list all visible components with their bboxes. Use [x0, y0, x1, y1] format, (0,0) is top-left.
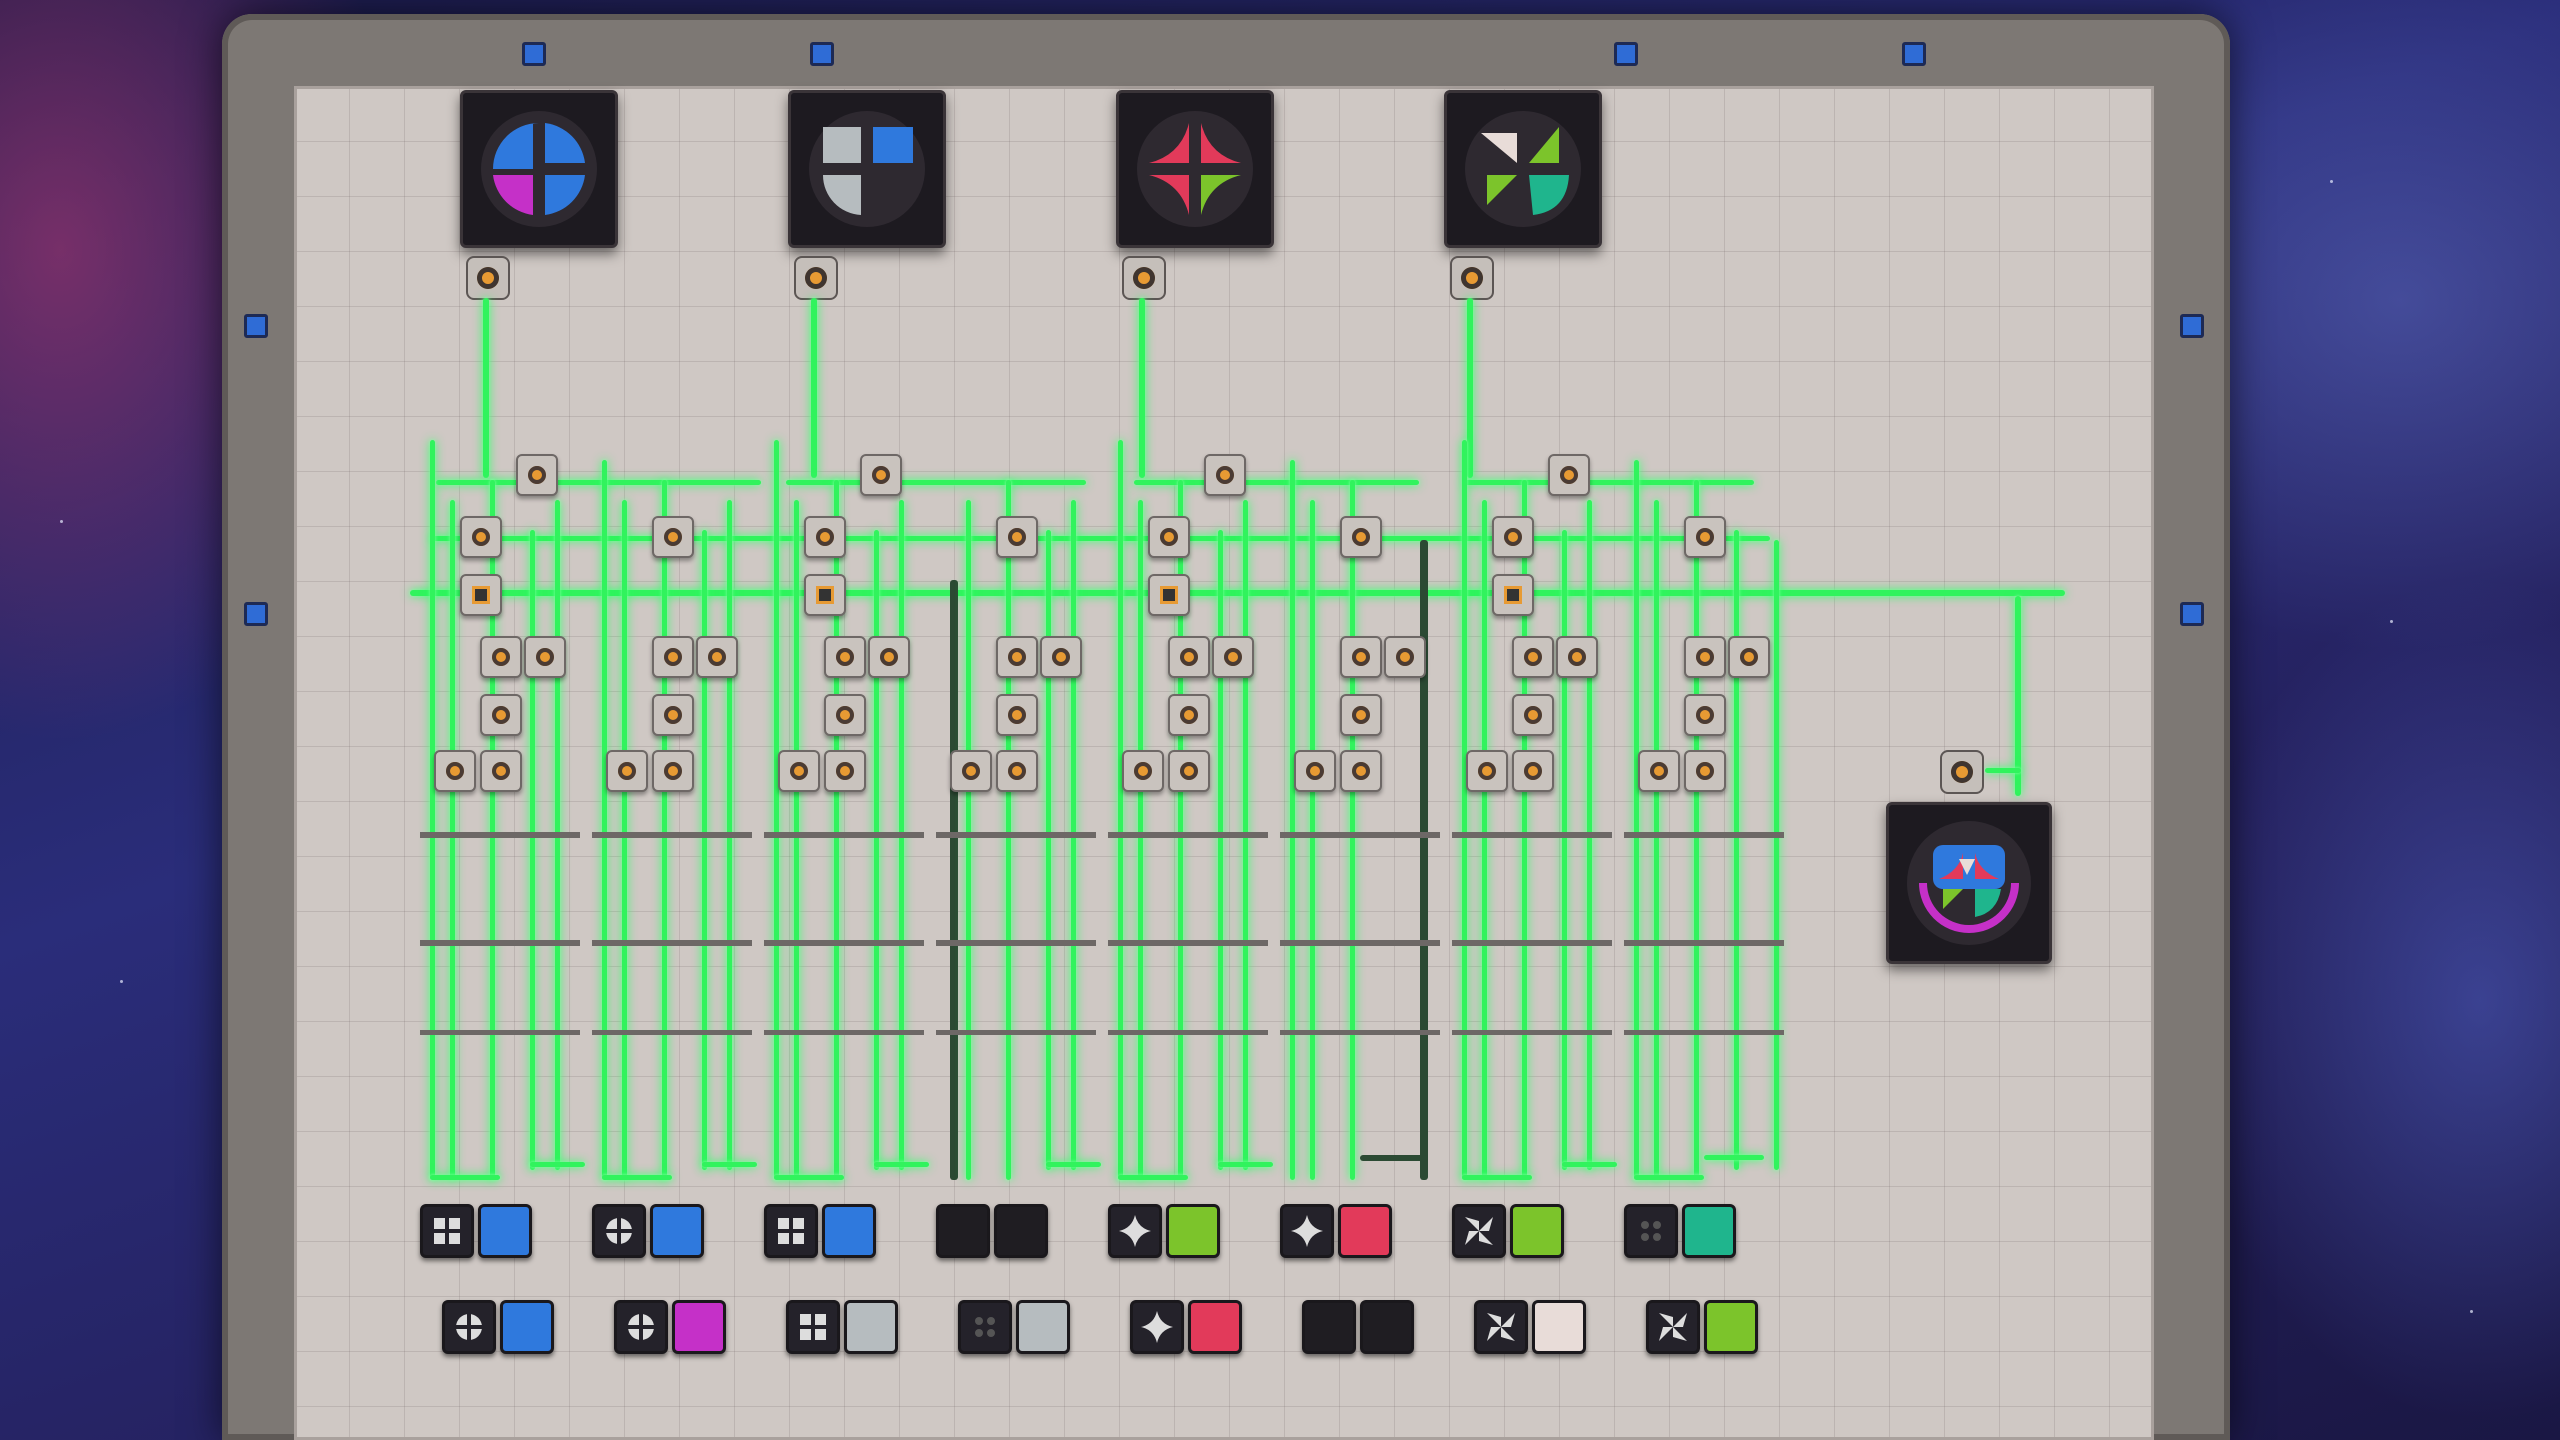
star-particle — [2470, 1310, 2473, 1313]
grid-shape-tile[interactable] — [786, 1300, 840, 1354]
platform-connector[interactable] — [1614, 42, 1638, 66]
windmill-icon — [1487, 1313, 1515, 1341]
hub-extractor[interactable] — [1450, 256, 1494, 300]
grid-icon — [800, 1314, 826, 1340]
star-red-green-shape-icon — [1137, 111, 1253, 227]
windmill-green-teal-shape-icon — [1465, 111, 1581, 227]
magenta-color-tile[interactable] — [672, 1300, 726, 1354]
output-extractor[interactable] — [1940, 750, 1984, 794]
circle-cross-icon — [605, 1217, 633, 1245]
star-icon — [1291, 1215, 1323, 1247]
circle-cross-icon — [455, 1313, 483, 1341]
platform-connector[interactable] — [244, 602, 268, 626]
circle-cross-shape-tile[interactable] — [614, 1300, 668, 1354]
output-shape-hub[interactable] — [1886, 802, 2052, 964]
gray-color-tile[interactable] — [1016, 1300, 1070, 1354]
processing-cluster-8[interactable] — [1624, 440, 1792, 1200]
blue-color-tile[interactable] — [650, 1204, 704, 1258]
shape-hub-1[interactable] — [460, 90, 618, 248]
combined-multicolor-shape-icon — [1907, 821, 2031, 945]
processing-cluster-1[interactable] — [420, 440, 588, 1200]
quad-gray-blue-shape-icon — [809, 111, 925, 227]
circle-cross-shape-tile[interactable] — [442, 1300, 496, 1354]
dots-shape-tile[interactable] — [958, 1300, 1012, 1354]
platform-connector[interactable] — [1902, 42, 1926, 66]
dots-icon — [1641, 1221, 1661, 1241]
grid-shape-tile[interactable] — [420, 1204, 474, 1258]
grid-icon — [778, 1218, 804, 1244]
black-color-tile[interactable] — [994, 1204, 1048, 1258]
hub-extractor[interactable] — [794, 256, 838, 300]
circle-cross-icon — [627, 1313, 655, 1341]
star-shape-tile[interactable] — [1108, 1204, 1162, 1258]
star-particle — [2330, 180, 2333, 183]
dots-icon — [975, 1317, 995, 1337]
hub-extractor[interactable] — [466, 256, 510, 300]
shape-hub-3[interactable] — [1116, 90, 1274, 248]
black-color-tile[interactable] — [936, 1204, 990, 1258]
processing-cluster-2[interactable] — [592, 440, 760, 1200]
processing-cluster-6[interactable] — [1280, 440, 1448, 1200]
blue-color-tile[interactable] — [478, 1204, 532, 1258]
processing-cluster-5[interactable] — [1108, 440, 1276, 1200]
red-color-tile[interactable] — [1338, 1204, 1392, 1258]
quad-blue-magenta-shape-icon — [481, 111, 597, 227]
platform-connector[interactable] — [522, 42, 546, 66]
windmill-icon — [1465, 1217, 1493, 1245]
star-particle — [60, 520, 63, 523]
hub-extractor[interactable] — [1122, 256, 1166, 300]
processing-cluster-4[interactable] — [936, 440, 1104, 1200]
blue-color-tile[interactable] — [822, 1204, 876, 1258]
dots-shape-tile[interactable] — [1624, 1204, 1678, 1258]
grid-icon — [434, 1218, 460, 1244]
platform-connector[interactable] — [2180, 602, 2204, 626]
star-shape-tile[interactable] — [1280, 1204, 1334, 1258]
windmill-shape-tile[interactable] — [1646, 1300, 1700, 1354]
star-shape-tile[interactable] — [1130, 1300, 1184, 1354]
platform-connector[interactable] — [2180, 314, 2204, 338]
star-particle — [2390, 620, 2393, 623]
output-belt[interactable] — [2015, 596, 2021, 796]
black-color-tile[interactable] — [1360, 1300, 1414, 1354]
star-icon — [1119, 1215, 1151, 1247]
shape-hub-4[interactable] — [1444, 90, 1602, 248]
pale-color-tile[interactable] — [1532, 1300, 1586, 1354]
teal-color-tile[interactable] — [1682, 1204, 1736, 1258]
star-icon — [1141, 1311, 1173, 1343]
gray-color-tile[interactable] — [844, 1300, 898, 1354]
platform-connector[interactable] — [810, 42, 834, 66]
processing-cluster-7[interactable] — [1452, 440, 1620, 1200]
circle-cross-shape-tile[interactable] — [592, 1204, 646, 1258]
star-particle — [120, 980, 123, 983]
output-belt[interactable] — [1985, 768, 2021, 773]
red-color-tile[interactable] — [1188, 1300, 1242, 1354]
windmill-icon — [1659, 1313, 1687, 1341]
green-color-tile[interactable] — [1166, 1204, 1220, 1258]
shape-hub-2[interactable] — [788, 90, 946, 248]
platform-connector[interactable] — [244, 314, 268, 338]
processing-cluster-3[interactable] — [764, 440, 932, 1200]
windmill-shape-tile[interactable] — [1474, 1300, 1528, 1354]
windmill-shape-tile[interactable] — [1452, 1204, 1506, 1258]
black-color-tile[interactable] — [1302, 1300, 1356, 1354]
green-color-tile[interactable] — [1704, 1300, 1758, 1354]
green-color-tile[interactable] — [1510, 1204, 1564, 1258]
blue-color-tile[interactable] — [500, 1300, 554, 1354]
grid-shape-tile[interactable] — [764, 1204, 818, 1258]
